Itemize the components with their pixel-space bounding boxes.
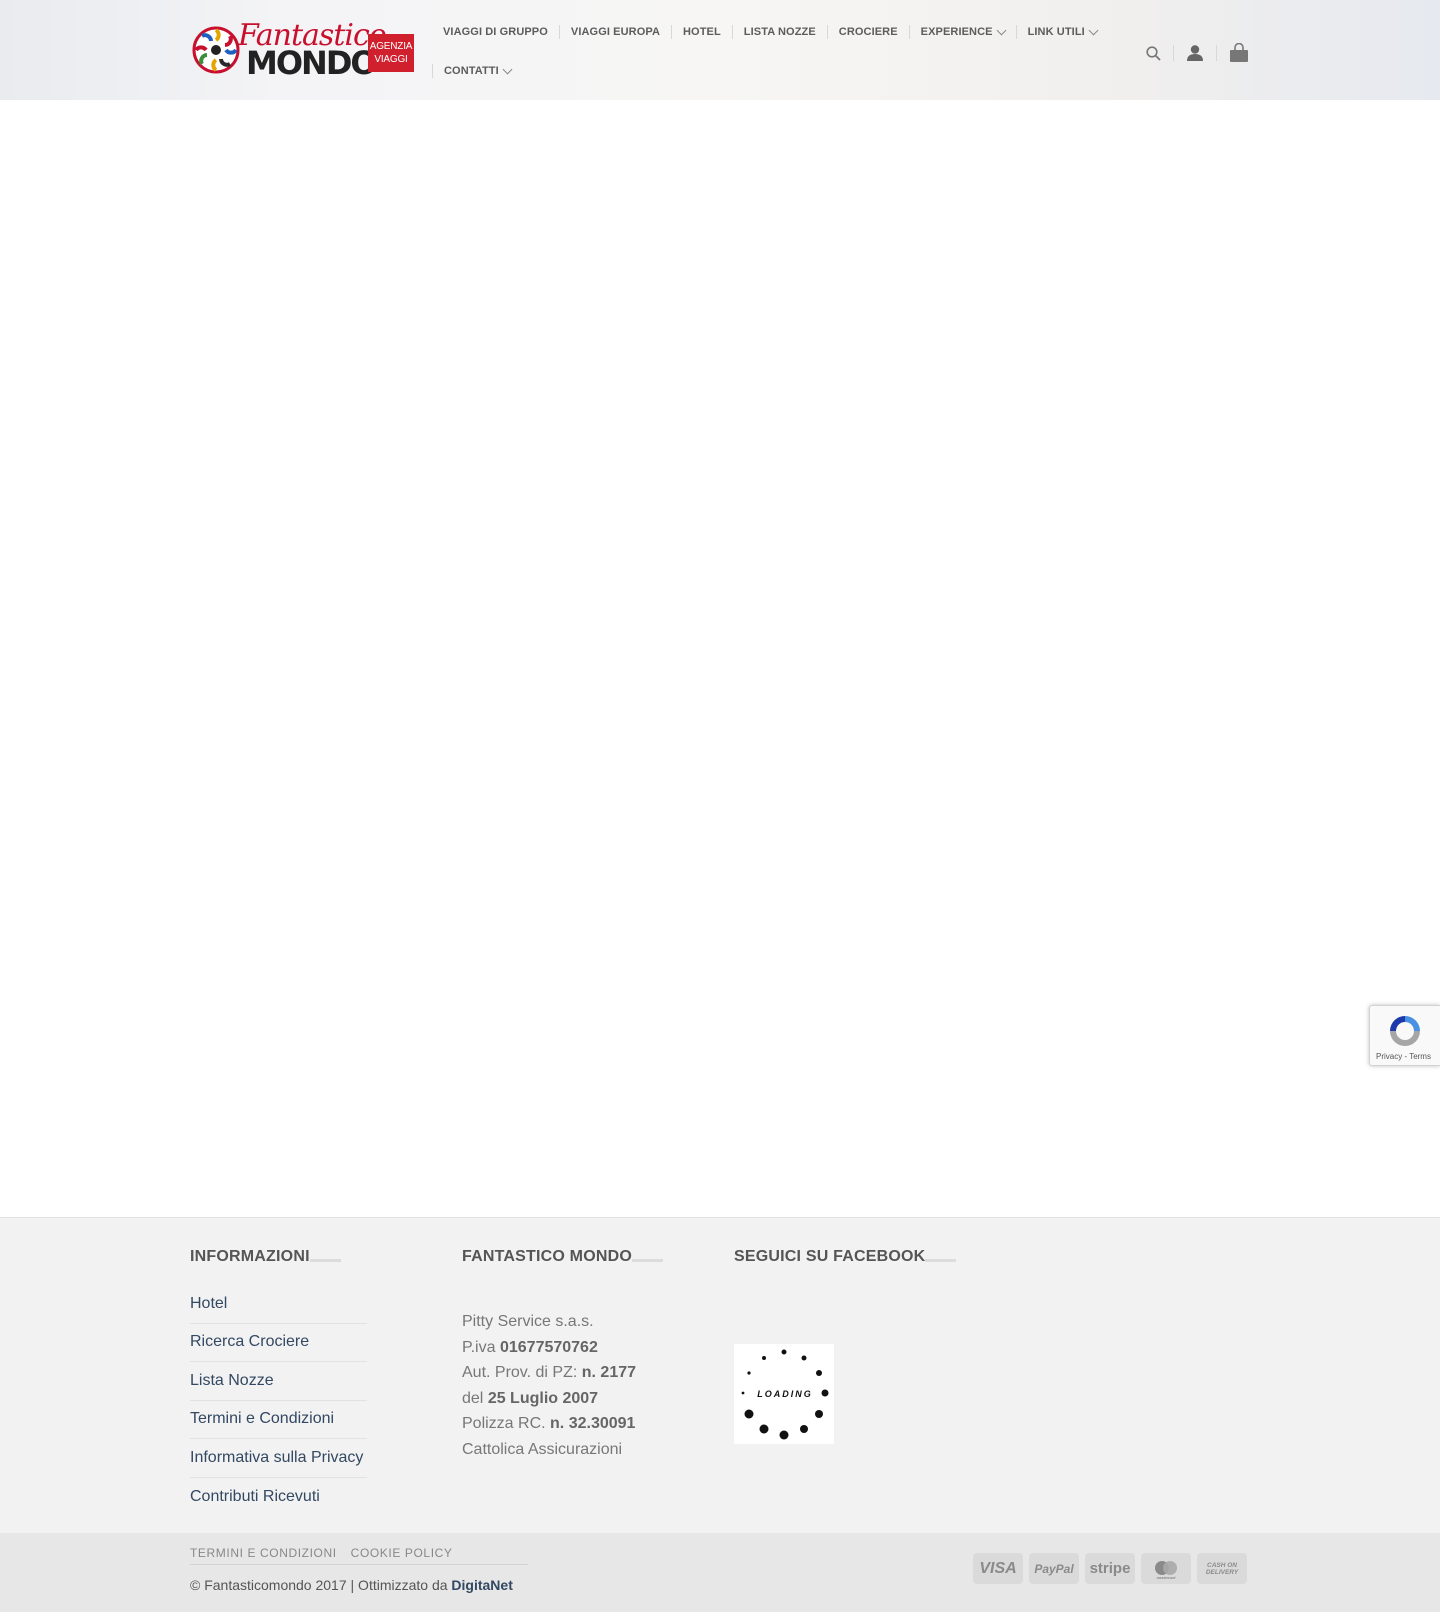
loading-text: LOADING — [757, 1389, 813, 1399]
copyright-brand-link[interactable]: DigitaNet — [451, 1577, 512, 1593]
header-divider — [1173, 45, 1174, 61]
logo-badge-line2: VIAGGI — [374, 54, 408, 65]
footer-col-fantastico-mondo: FANTASTICO MONDO Pitty Service s.a.s. P.… — [462, 1248, 664, 1458]
footer-link-hotel[interactable]: Hotel — [190, 1285, 367, 1324]
subfooter-link-cookie-policy[interactable]: COOKIE POLICY — [351, 1546, 453, 1560]
account-icon[interactable] — [1186, 40, 1204, 66]
logo-badge: AGENZIA VIAGGI — [368, 34, 414, 72]
footer-links-informazioni: Hotel Ricerca Crociere Lista Nozze Termi… — [190, 1285, 367, 1516]
visa-icon: VISA — [973, 1553, 1023, 1584]
svg-text:mastercard: mastercard — [1157, 1576, 1177, 1580]
copyright-text: © Fantasticomondo 2017 | Ottimizzato da — [190, 1577, 448, 1593]
chevron-down-icon — [1088, 25, 1099, 35]
site-subfooter: TERMINI E CONDIZIONI COOKIE POLICY © Fan… — [0, 1533, 1440, 1612]
company-authorization: Aut. Prov. di PZ: n. 2177 — [462, 1364, 637, 1382]
search-icon[interactable] — [1146, 40, 1161, 66]
paypal-icon: PayPal — [1029, 1553, 1079, 1584]
site-header: Fantastico MONDO AGENZIA VIAGGI VIAGGI D… — [0, 0, 1440, 100]
chevron-down-icon — [996, 25, 1007, 35]
logo-emblem-icon — [192, 26, 240, 74]
main-nav-row-1: VIAGGI DI GRUPPO VIAGGI EUROPA HOTEL LIS… — [432, 16, 1102, 48]
company-piva: P.iva 01677570762 — [462, 1338, 598, 1356]
recaptcha-badge[interactable]: Privacy - Terms — [1369, 1005, 1440, 1066]
nav-item-link-utili[interactable]: LINK UTILI — [1015, 25, 1108, 39]
main-nav: VIAGGI DI GRUPPO VIAGGI EUROPA HOTEL LIS… — [432, 16, 1102, 87]
nav-item-contatti[interactable]: CONTATTI — [432, 64, 522, 78]
nav-item-experience[interactable]: EXPERIENCE — [908, 25, 1016, 39]
header-divider — [1216, 45, 1217, 61]
company-policy: Polizza RC. n. 32.30091 — [462, 1415, 636, 1433]
subfooter-link-termini[interactable]: TERMINI E CONDIZIONI — [190, 1546, 337, 1560]
logo-word-mondo: MONDO — [246, 44, 378, 82]
recaptcha-icon — [1390, 1016, 1420, 1046]
footer-title-informazioni: INFORMAZIONI — [190, 1248, 341, 1265]
logo-badge-line1: AGENZIA — [369, 41, 413, 52]
recaptcha-links[interactable]: Privacy - Terms — [1376, 1052, 1431, 1061]
header-actions — [1146, 40, 1249, 66]
nav-item-hotel[interactable]: HOTEL — [671, 25, 732, 39]
site-logo[interactable]: Fantastico MONDO AGENZIA VIAGGI — [190, 18, 414, 82]
chevron-down-icon — [502, 64, 513, 74]
site-footer: INFORMAZIONI Hotel Ricerca Crociere List… — [0, 1217, 1440, 1533]
footer-link-ricerca-crociere[interactable]: Ricerca Crociere — [190, 1324, 367, 1362]
mastercard-icon: mastercard — [1141, 1553, 1191, 1584]
footer-title-fantastico-mondo: FANTASTICO MONDO — [462, 1248, 664, 1265]
company-info: Pitty Service s.a.s. P.iva 01677570762 A… — [462, 1309, 636, 1463]
copyright: © Fantasticomondo 2017 | Ottimizzato da … — [190, 1577, 513, 1593]
loading-spinner-icon: LOADING — [741, 1349, 829, 1440]
footer-title-facebook: SEGUICI SU FACEBOOK — [734, 1248, 957, 1265]
footer-col-facebook: SEGUICI SU FACEBOOK LOADING — [734, 1248, 957, 1444]
footer-link-termini[interactable]: Termini e Condizioni — [190, 1401, 367, 1439]
footer-col-informazioni: INFORMAZIONI Hotel Ricerca Crociere List… — [190, 1248, 367, 1505]
company-name: Pitty Service s.a.s. — [462, 1313, 594, 1330]
nav-item-viaggi-europa[interactable]: VIAGGI EUROPA — [558, 25, 671, 39]
main-nav-row-2: CONTATTI — [432, 55, 1102, 87]
nav-item-viaggi-di-gruppo[interactable]: VIAGGI DI GRUPPO — [432, 25, 559, 39]
nav-item-crociere[interactable]: CROCIERE — [826, 25, 909, 39]
subfooter-nav: TERMINI E CONDIZIONI COOKIE POLICY — [190, 1546, 528, 1565]
stripe-icon: stripe — [1085, 1553, 1135, 1584]
facebook-loading-spinner: LOADING — [734, 1344, 834, 1444]
cash-on-delivery-icon: CASH ON DELIVERY — [1197, 1553, 1247, 1584]
company-insurer: Cattolica Assicurazioni — [462, 1440, 623, 1458]
nav-item-lista-nozze[interactable]: LISTA NOZZE — [731, 25, 827, 39]
footer-link-contributi[interactable]: Contributi Ricevuti — [190, 1478, 367, 1517]
company-authorization-date: del 25 Luglio 2007 — [462, 1389, 599, 1407]
payment-icons: VISA PayPal stripe mastercard CASH ON DE… — [973, 1553, 1253, 1584]
footer-link-privacy[interactable]: Informativa sulla Privacy — [190, 1439, 367, 1478]
footer-link-lista-nozze[interactable]: Lista Nozze — [190, 1362, 367, 1401]
cart-icon[interactable] — [1229, 40, 1249, 66]
